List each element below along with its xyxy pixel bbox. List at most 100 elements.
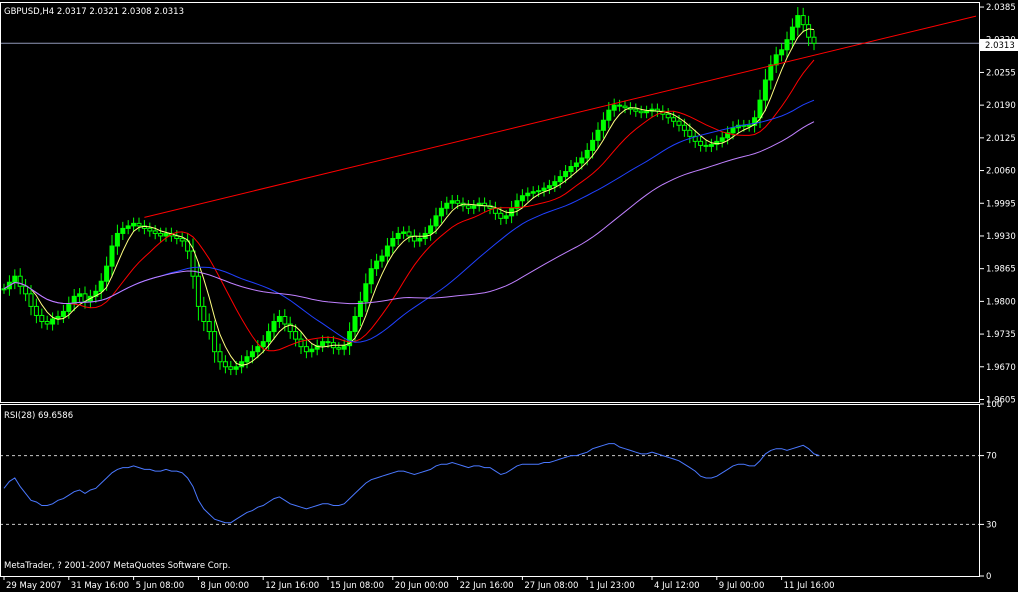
candle-body: [401, 231, 407, 234]
price-tick-label: 1.9865: [986, 265, 1016, 275]
candle-body: [384, 245, 390, 257]
candle-body: [249, 351, 255, 358]
candle-body: [244, 356, 250, 363]
candle-body: [433, 215, 439, 227]
candle-body: [498, 212, 504, 219]
candle-body: [33, 305, 39, 316]
candle-body: [212, 331, 218, 353]
candle-body: [44, 320, 50, 325]
time-tick-label: 22 Jun 16:00: [460, 581, 514, 591]
candle-body: [325, 341, 331, 344]
candle-body: [633, 108, 639, 112]
candle-body: [98, 280, 104, 292]
candle-body: [719, 137, 725, 142]
candle-body: [768, 64, 774, 81]
candle-body: [114, 232, 120, 247]
time-tick-label: 4 Jul 12:00: [654, 581, 700, 591]
candle-body: [795, 15, 801, 28]
candle-body: [525, 192, 531, 197]
candle-body: [773, 54, 779, 66]
candle-body: [341, 345, 347, 350]
candle-body: [320, 341, 326, 347]
candle-body: [800, 15, 806, 26]
candle-body: [222, 361, 228, 368]
candle-body: [136, 222, 142, 227]
candle-body: [395, 232, 401, 239]
candle-body: [449, 200, 455, 204]
candle-body: [573, 162, 579, 168]
candle-body: [438, 207, 444, 217]
candle-body: [644, 110, 650, 114]
candle-body: [789, 26, 795, 41]
candle-body: [611, 104, 617, 111]
time-tick-label: 31 May 16:00: [71, 581, 129, 591]
candle-body: [465, 205, 471, 209]
rsi-tick-label: 30: [986, 520, 997, 530]
candle-body: [233, 366, 239, 370]
candle-body: [206, 320, 212, 333]
candle-body: [190, 250, 196, 277]
candle-body: [271, 320, 277, 333]
chart-background: [0, 0, 1018, 592]
candle-body: [757, 99, 763, 119]
candle-body: [158, 232, 164, 237]
rsi-tick-label: 0: [986, 572, 991, 582]
price-tick-label: 2.0190: [986, 101, 1016, 111]
candle-body: [563, 171, 569, 178]
candle-body: [552, 181, 558, 187]
candle-body: [260, 341, 266, 348]
candle-body: [417, 237, 423, 242]
candle-body: [546, 185, 552, 189]
candle-body: [298, 338, 304, 348]
candle-body: [276, 315, 282, 322]
time-tick-label: 29 May 2007: [6, 581, 61, 591]
candle-body: [541, 187, 547, 192]
rsi-tick-label: 100: [986, 400, 1002, 410]
candle-body: [665, 113, 671, 119]
candle-body: [762, 79, 768, 101]
candle-body: [147, 227, 153, 232]
copyright-text: MetaTrader, ? 2001-2007 MetaQuotes Softw…: [4, 561, 231, 571]
time-tick-label: 12 Jun 16:00: [265, 581, 319, 591]
price-tick-label: 2.0385: [986, 3, 1016, 13]
candle-body: [379, 255, 385, 262]
price-tick-label: 1.9800: [986, 297, 1016, 307]
candle-body: [600, 119, 606, 131]
trading-chart[interactable]: 2.03852.03202.02552.01902.01252.00601.99…: [0, 0, 1018, 592]
candle-body: [228, 366, 234, 370]
candle-body: [109, 245, 115, 267]
candle-body: [444, 202, 450, 209]
current-price-label: 2.0313: [985, 41, 1015, 51]
time-tick-label: 11 Jul 16:00: [784, 581, 835, 591]
price-tick-label: 1.9735: [986, 330, 1016, 340]
candle-body: [255, 346, 261, 353]
candle-body: [471, 205, 477, 209]
candle-body: [363, 283, 369, 302]
candle-body: [557, 176, 563, 183]
candle-body: [806, 24, 812, 38]
candle-body: [579, 157, 585, 164]
candle-body: [131, 222, 137, 227]
candle-body: [455, 200, 461, 204]
price-tick-label: 1.9995: [986, 199, 1016, 209]
candle-body: [622, 105, 628, 109]
rsi-header: RSI(28) 69.6586: [4, 411, 73, 421]
candle-body: [428, 225, 434, 234]
candle-body: [60, 310, 66, 317]
candle-body: [309, 348, 315, 353]
candle-body: [1, 288, 7, 291]
candle-body: [595, 129, 601, 141]
candle-body: [584, 149, 590, 159]
candle-body: [390, 237, 396, 247]
candle-body: [303, 346, 309, 353]
candle-body: [568, 166, 574, 173]
candle-body: [671, 117, 677, 122]
price-tick-label: 1.9930: [986, 232, 1016, 242]
time-tick-label: 5 Jun 08:00: [136, 581, 185, 591]
candle-body: [811, 36, 817, 44]
candle-body: [779, 49, 785, 56]
candle-body: [606, 109, 612, 121]
time-tick-label: 15 Jun 08:00: [330, 581, 384, 591]
candle-body: [530, 191, 536, 194]
candle-body: [336, 347, 342, 350]
